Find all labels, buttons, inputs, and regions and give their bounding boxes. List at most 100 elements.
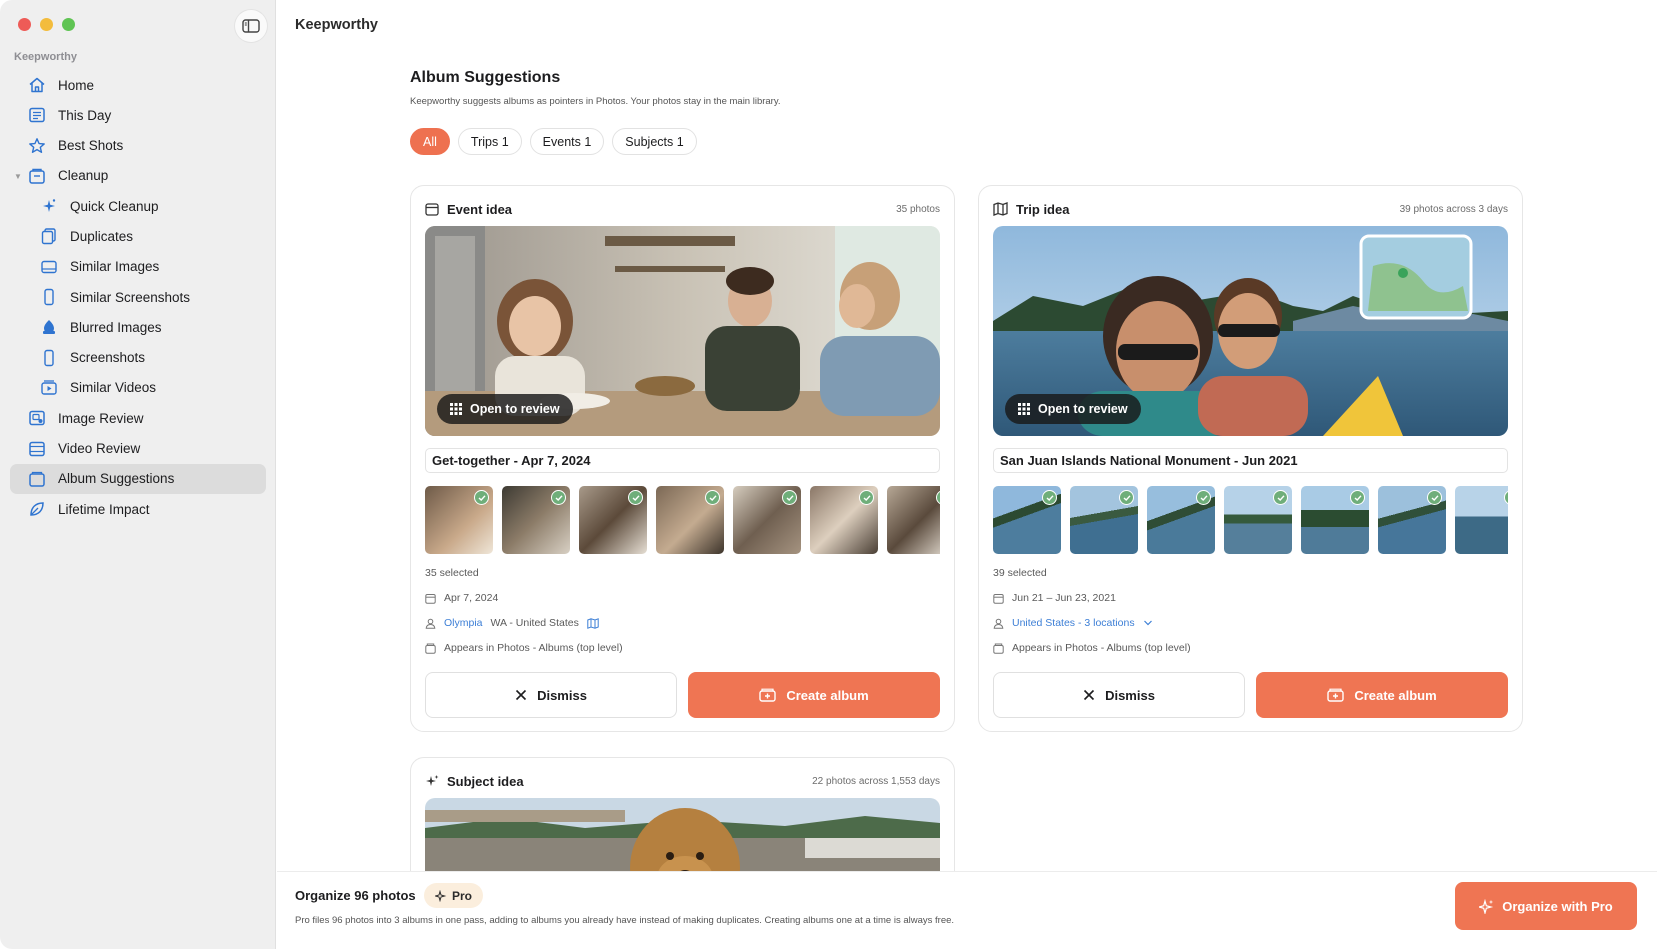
calendar-icon [425, 203, 439, 216]
sidebar-item-quick-cleanup[interactable]: Quick Cleanup [10, 191, 266, 221]
map-icon[interactable] [587, 617, 599, 629]
checkmark-icon[interactable] [1119, 490, 1134, 505]
photo-thumbnail[interactable] [579, 486, 647, 554]
sidebar-item-label: Image Review [58, 410, 144, 426]
image-stack-icon [38, 256, 60, 278]
footer-title: Organize 96 photos [295, 888, 416, 903]
chevron-down-icon[interactable] [1143, 619, 1153, 627]
event-idea-card: Event idea 35 photos Open to review Get-… [410, 185, 955, 732]
window-title: Keepworthy [295, 17, 378, 33]
filter-chips: All Trips 1 Events 1 Subjects 1 [410, 128, 697, 155]
photo-thumbnail[interactable] [1378, 486, 1446, 554]
appears-text: Appears in Photos - Albums (top level) [444, 642, 623, 654]
sidebar-item-duplicates[interactable]: Duplicates [10, 221, 266, 251]
grid-icon [1018, 403, 1030, 415]
sidebar-item-video-review[interactable]: Video Review [10, 434, 266, 464]
map-icon [993, 202, 1008, 216]
sidebar-item-label: This Day [58, 107, 112, 123]
photo-thumbnail[interactable] [502, 486, 570, 554]
sidebar-item-cleanup[interactable]: ▼ Cleanup [10, 161, 266, 191]
open-review-label: Open to review [1038, 402, 1128, 416]
dismiss-button[interactable]: Dismiss [425, 672, 677, 718]
close-window-button[interactable] [18, 18, 31, 31]
sidebar-icon [242, 19, 260, 33]
open-to-review-button[interactable]: Open to review [437, 394, 573, 424]
photo-thumbnail[interactable] [1224, 486, 1292, 554]
album-icon [26, 468, 48, 490]
photo-thumbnail[interactable] [993, 486, 1061, 554]
filter-all[interactable]: All [410, 128, 450, 155]
photo-thumbnail[interactable] [1070, 486, 1138, 554]
sidebar-item-home[interactable]: Home [10, 70, 266, 100]
card-type: Subject idea [447, 773, 524, 789]
card-type: Event idea [447, 201, 513, 217]
album-add-icon [759, 688, 777, 702]
sidebar-item-label: Video Review [58, 441, 141, 457]
hero-photo[interactable]: Open to review [993, 226, 1508, 436]
location-link[interactable]: United States - 3 locations [1012, 617, 1135, 629]
checkmark-icon[interactable] [474, 490, 489, 505]
photo-thumbnail[interactable] [1301, 486, 1369, 554]
create-album-label: Create album [786, 687, 869, 703]
checkmark-icon[interactable] [1427, 490, 1442, 505]
photo-thumbnail[interactable] [810, 486, 878, 554]
checkmark-icon[interactable] [1042, 490, 1057, 505]
photo-thumbnail[interactable] [733, 486, 801, 554]
album-name-input[interactable]: San Juan Islands National Monument - Jun… [993, 448, 1508, 473]
photo-thumbnail[interactable] [887, 486, 940, 554]
photo-strip[interactable] [425, 486, 940, 554]
sidebar-item-screenshots[interactable]: Screenshots [10, 343, 266, 373]
dismiss-label: Dismiss [1105, 687, 1155, 703]
sidebar-item-similar-screenshots[interactable]: Similar Screenshots [10, 282, 266, 312]
sidebar-item-this-day[interactable]: This Day [10, 100, 266, 130]
create-album-button[interactable]: Create album [688, 672, 940, 718]
chevron-down-icon[interactable]: ▼ [14, 172, 22, 181]
photo-thumbnail[interactable] [1455, 486, 1508, 554]
album-name-input[interactable]: Get-together - Apr 7, 2024 [425, 448, 940, 473]
checkmark-icon[interactable] [628, 490, 643, 505]
photo-strip[interactable] [993, 486, 1508, 554]
sidebar-item-blurred-images[interactable]: Blurred Images [10, 312, 266, 342]
hero-photo[interactable]: Open to review [425, 226, 940, 436]
sidebar-item-lifetime-impact[interactable]: Lifetime Impact [10, 494, 266, 524]
filter-subjects[interactable]: Subjects 1 [612, 128, 697, 155]
open-to-review-button[interactable]: Open to review [1005, 394, 1141, 424]
calendar-icon [993, 593, 1004, 604]
checkmark-icon[interactable] [936, 490, 940, 505]
selected-count: 39 selected [993, 567, 1047, 579]
sidebar-item-similar-videos[interactable]: Similar Videos [10, 373, 266, 403]
checkmark-icon[interactable] [1273, 490, 1288, 505]
photo-thumbnail[interactable] [656, 486, 724, 554]
checkmark-icon[interactable] [705, 490, 720, 505]
sidebar-item-image-review[interactable]: Image Review [10, 403, 266, 433]
star-icon [26, 135, 48, 157]
checkmark-icon[interactable] [1196, 490, 1211, 505]
checkmark-icon[interactable] [782, 490, 797, 505]
zoom-window-button[interactable] [62, 18, 75, 31]
filter-events[interactable]: Events 1 [529, 128, 605, 155]
sidebar-item-album-suggestions[interactable]: Album Suggestions [10, 463, 266, 494]
minimize-window-button[interactable] [40, 18, 53, 31]
organize-with-pro-button[interactable]: Organize with Pro [1455, 882, 1637, 930]
sidebar-toggle-button[interactable] [235, 10, 267, 42]
checkmark-icon[interactable] [1350, 490, 1365, 505]
photo-thumbnail[interactable] [425, 486, 493, 554]
checkmark-icon[interactable] [1504, 490, 1508, 505]
sidebar-item-label: Similar Images [70, 259, 160, 275]
sidebar-item-similar-images[interactable]: Similar Images [10, 252, 266, 282]
sidebar-item-label: Blurred Images [70, 319, 162, 335]
photo-thumbnail[interactable] [1147, 486, 1215, 554]
dismiss-button[interactable]: Dismiss [993, 672, 1245, 718]
sidebar-item-label: Screenshots [70, 350, 146, 366]
checkmark-icon[interactable] [551, 490, 566, 505]
sidebar-item-best-shots[interactable]: Best Shots [10, 131, 266, 161]
person-icon [993, 618, 1004, 629]
create-album-button[interactable]: Create album [1256, 672, 1508, 718]
album-icon [993, 643, 1004, 654]
tray-icon [26, 165, 48, 187]
filter-trips[interactable]: Trips 1 [457, 128, 522, 155]
image-review-icon [26, 407, 48, 429]
location-link[interactable]: Olympia [444, 617, 483, 629]
checkmark-icon[interactable] [859, 490, 874, 505]
card-header: Event idea 35 photos [425, 200, 940, 218]
